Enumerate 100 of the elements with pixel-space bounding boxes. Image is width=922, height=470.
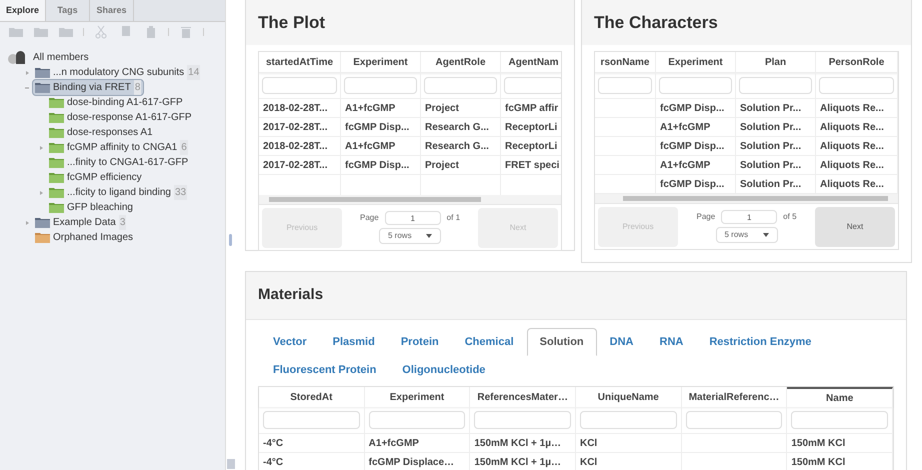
splitter-handle[interactable] — [229, 234, 232, 246]
material-tab[interactable]: Oligonucleotide — [389, 356, 498, 384]
tree-label: ...ficity to ligand binding — [67, 186, 171, 200]
folder-icon — [49, 187, 64, 198]
sidebar-tab[interactable]: Explore — [0, 0, 46, 21]
table-cell-text: A1+fcGMP — [345, 140, 396, 154]
material-tab[interactable]: Restriction Enzyme — [696, 328, 824, 356]
horizontal-scrollbar[interactable] — [259, 195, 561, 204]
material-tab[interactable]: DNA — [596, 328, 646, 356]
page-input[interactable]: 1 — [721, 210, 778, 224]
sidebar-tab[interactable]: Shares — [90, 0, 134, 21]
filter-field[interactable] — [424, 77, 497, 94]
tree-item[interactable]: Binding via FRET 8 — [32, 79, 144, 96]
folder-icon — [49, 157, 64, 168]
table-cell-text: Aliquots Re... — [820, 158, 884, 172]
filter-field[interactable] — [686, 411, 782, 429]
filter-field[interactable] — [739, 77, 812, 94]
expand-icon[interactable] — [39, 146, 43, 150]
table-cell-text: Solution Pr... — [740, 178, 802, 192]
table-cell-text: 150mM KCl + 1µ… — [474, 456, 561, 470]
material-tab[interactable]: Fluorescent Protein — [260, 356, 390, 384]
table-cell-text: A1+fcGMP — [345, 102, 396, 116]
table-cell-text: 2018-02-28T... — [263, 140, 328, 154]
table-cell-text: fcGMP Displace… — [368, 456, 454, 470]
filter-field[interactable] — [262, 77, 337, 94]
material-tab[interactable]: Plasmid — [320, 328, 388, 356]
material-tab[interactable]: Vector — [260, 328, 320, 356]
filter-field[interactable] — [474, 411, 571, 429]
tree-item[interactable]: dose-binding A1-617-GFP — [46, 94, 186, 111]
material-tab[interactable]: Chemical — [452, 328, 527, 356]
column-header[interactable]: AgentNam — [501, 52, 561, 72]
material-tab[interactable]: Solution — [526, 328, 597, 356]
folder-icon — [49, 97, 64, 108]
filter-field[interactable] — [368, 411, 466, 429]
rows-select[interactable]: 5 rows — [716, 227, 778, 243]
material-tab[interactable]: RNA — [646, 328, 696, 356]
column-header[interactable]: StoredAt — [259, 387, 365, 407]
column-header[interactable]: Experiment — [341, 52, 421, 72]
table-cell-text: 2017-02-28T... — [263, 158, 328, 172]
tree-label: Orphaned Images — [53, 231, 134, 245]
column-header[interactable]: ReferencesMater… — [470, 387, 576, 407]
tree-item[interactable]: fcGMP affinity to CNGA1 6 — [46, 139, 191, 156]
material-tab[interactable]: Protein — [388, 328, 452, 356]
filter-field[interactable] — [791, 411, 888, 429]
table-cell-text: fcGMP affir — [505, 102, 558, 116]
column-header[interactable]: rsonName — [595, 52, 656, 72]
count-badge: 3 — [118, 215, 126, 230]
table-cell-text: Aliquots Re... — [820, 178, 884, 192]
column-header[interactable]: Name — [787, 387, 893, 407]
card-title: The Plot — [258, 12, 326, 34]
column-header[interactable]: UniqueName — [576, 387, 682, 407]
folder-icon — [35, 67, 50, 78]
filter-field[interactable] — [580, 411, 677, 429]
tree-item[interactable]: dose-response A1-617-GFP — [46, 109, 195, 126]
tree-item[interactable]: fcGMP efficiency — [46, 169, 145, 186]
filter-field[interactable] — [344, 77, 417, 94]
folder-icon — [35, 82, 50, 93]
folder-icon — [49, 127, 64, 138]
column-header[interactable]: startedAtTime — [259, 52, 341, 72]
tree-item[interactable]: Example Data 3 — [32, 214, 130, 231]
tree-item[interactable]: ...ficity to ligand binding 33 — [46, 184, 190, 201]
tree-item[interactable]: GFP bleaching — [46, 199, 136, 216]
filter-field[interactable] — [659, 77, 732, 94]
column-header[interactable]: MaterialReferenc… — [682, 387, 788, 407]
column-header[interactable]: Experiment — [656, 52, 736, 72]
page-count: of 5 — [783, 211, 797, 223]
expand-icon[interactable] — [25, 70, 29, 74]
table-cell-text: Research G... — [425, 120, 489, 134]
filter-field[interactable] — [598, 77, 652, 94]
table-cell-text: Aliquots Re... — [820, 140, 884, 154]
table-cell-text: KCl — [580, 436, 598, 450]
table-cell-text: Solution Pr... — [740, 158, 802, 172]
column-header[interactable]: Experiment — [364, 387, 470, 407]
tree-item[interactable]: ...finity to CNGA1-617-GFP — [46, 154, 192, 171]
tree-item[interactable]: Orphaned Images — [32, 229, 136, 246]
column-header[interactable]: PersonRole — [816, 52, 898, 72]
column-header[interactable]: Plan — [736, 52, 816, 72]
table-cell-text: fcGMP Disp... — [660, 140, 724, 154]
tree-item[interactable]: dose-responses A1 — [46, 124, 156, 141]
folder-icon — [49, 112, 64, 123]
filter-field[interactable] — [263, 411, 360, 429]
count-badge: 14 — [187, 65, 200, 80]
card-title: The Characters — [594, 12, 718, 34]
rows-select[interactable]: 5 rows — [379, 228, 441, 244]
filter-field[interactable] — [504, 77, 561, 94]
tree-label: GFP bleaching — [67, 201, 133, 215]
folder-icon — [49, 142, 64, 153]
expand-icon[interactable] — [39, 190, 43, 194]
horizontal-scrollbar[interactable] — [595, 194, 898, 203]
sidebar-tab[interactable]: Tags — [46, 0, 90, 21]
dropdown-arrow-icon — [762, 233, 768, 237]
expand-icon[interactable] — [25, 220, 29, 224]
next-button[interactable]: Next — [815, 206, 895, 246]
tree-root-label[interactable]: All members — [33, 50, 89, 65]
filter-field[interactable] — [819, 77, 894, 94]
table-cell-text: Solution Pr... — [740, 102, 802, 116]
table-cell-text: fcGMP Disp... — [345, 120, 410, 134]
tree-label: Example Data — [53, 216, 116, 230]
page-input[interactable]: 1 — [384, 211, 441, 225]
column-header[interactable]: AgentRole — [421, 52, 501, 72]
